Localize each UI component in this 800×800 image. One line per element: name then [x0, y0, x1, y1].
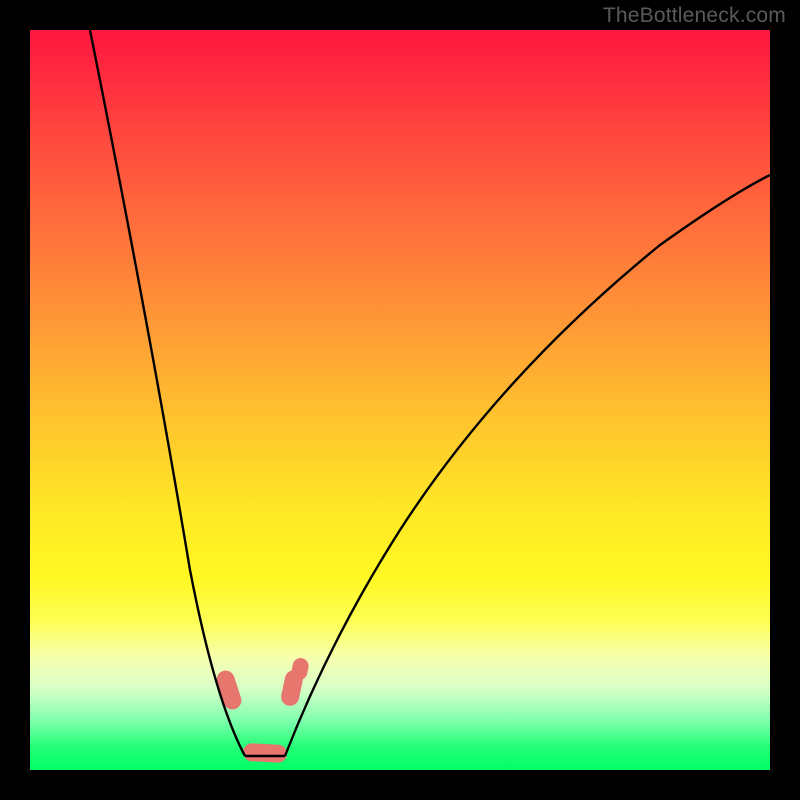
bottleneck-curve — [30, 30, 770, 770]
watermark-text: TheBottleneck.com — [603, 4, 786, 28]
outer-frame: TheBottleneck.com — [0, 0, 800, 800]
curve-right-branch — [285, 175, 770, 756]
curve-left-branch — [90, 30, 245, 756]
plot-area — [30, 30, 770, 770]
